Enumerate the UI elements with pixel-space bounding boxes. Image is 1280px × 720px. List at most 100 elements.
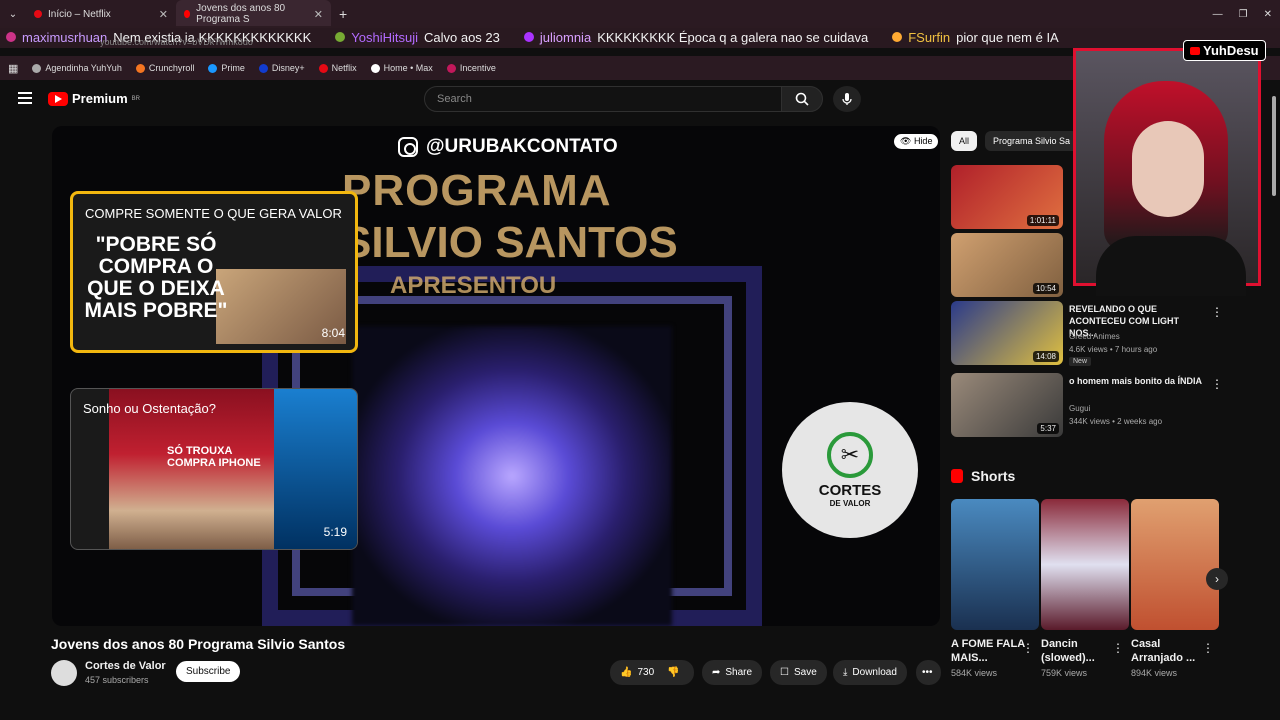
- end-card-title: Sonho ou Ostentação?: [83, 401, 216, 416]
- close-tab-icon[interactable]: ✕: [314, 8, 323, 21]
- video-duration: 10:54: [1032, 283, 1059, 294]
- scissors-icon: ✂: [827, 432, 873, 478]
- watermark-text: @URUBAKCONTATO: [426, 136, 618, 157]
- youtube-premium-logo[interactable]: Premium BR: [48, 91, 140, 106]
- close-tab-icon[interactable]: ✕: [159, 8, 168, 21]
- short-views: 894K views: [1131, 668, 1178, 678]
- chat-user: FSurfin: [908, 29, 951, 45]
- more-options-icon[interactable]: ⋮: [1022, 641, 1034, 655]
- channel-logo-sub: DE VALOR: [829, 499, 871, 508]
- end-card-video[interactable]: "POBRE SÓ COMPRA O QUE O DEIXA MAIS POBR…: [70, 191, 358, 353]
- bookmark-icon: [208, 63, 218, 73]
- bookmark-agendinha[interactable]: Agendinha YuhYuh: [32, 63, 122, 73]
- voice-search-button[interactable]: [833, 86, 861, 112]
- maximize-icon[interactable]: ❐: [1231, 0, 1256, 28]
- shorts-next-button[interactable]: ›: [1206, 568, 1228, 590]
- chat-badge-icon: [6, 32, 16, 42]
- like-button[interactable]: 👍: [620, 667, 632, 678]
- close-window-icon[interactable]: ✕: [1256, 0, 1280, 28]
- tab-label: Jovens dos anos 80 Programa S: [196, 3, 286, 25]
- more-options-icon[interactable]: ⋮: [1211, 305, 1223, 319]
- end-card-title: COMPRE SOMENTE O QUE GERA VALOR: [85, 206, 342, 221]
- bookmark-label: Agendinha YuhYuh: [45, 63, 122, 73]
- bookmark-label: Incentive: [459, 63, 496, 73]
- browser-tab-bar: ⌄ Início – Netflix ✕ Jovens dos anos 80 …: [0, 0, 1280, 28]
- bookmark-crunchyroll[interactable]: Crunchyroll: [135, 63, 194, 73]
- tab-youtube[interactable]: Jovens dos anos 80 Programa S ✕: [176, 0, 331, 28]
- channel-name[interactable]: Cortes de Valor: [85, 660, 166, 672]
- hide-label: Hide: [913, 136, 933, 146]
- video-duration: 5:37: [1037, 423, 1059, 434]
- tab-menu-button[interactable]: ⌄: [0, 0, 26, 28]
- search-icon: [795, 92, 809, 106]
- chat-message: pior que nem é IA: [956, 29, 1059, 45]
- video-overlay-text: SILVIO SANTOS: [342, 218, 678, 267]
- end-card-video[interactable]: SÓ TROUXA COMPRA IPHONE Sonho ou Ostenta…: [70, 388, 358, 550]
- instagram-watermark: @URUBAKCONTATO: [398, 136, 618, 158]
- short-title[interactable]: Dancin (slowed)...: [1041, 637, 1116, 665]
- netflix-favicon: [34, 10, 42, 18]
- short-thumbnail[interactable]: [951, 499, 1039, 630]
- scrollbar-thumb[interactable]: [1272, 96, 1276, 196]
- end-card-thumb-text: SÓ TROUXA COMPRA IPHONE: [167, 445, 261, 469]
- tab-label: Início – Netflix: [48, 8, 111, 20]
- video-duration: 1:01:11: [1026, 215, 1059, 226]
- short-thumbnail[interactable]: [1041, 499, 1129, 630]
- search-button[interactable]: [781, 86, 823, 112]
- chat-badge-icon: [892, 32, 903, 42]
- more-options-icon[interactable]: ⋮: [1211, 377, 1223, 391]
- like-dislike-group: 👍 730 👎: [610, 660, 694, 685]
- new-tab-button[interactable]: +: [331, 0, 355, 28]
- save-icon: ☐: [780, 667, 789, 678]
- page-scrollbar[interactable]: [1272, 82, 1276, 682]
- download-button[interactable]: ⤓ Download: [833, 660, 907, 685]
- chip-programa-silvio[interactable]: Programa Silvio Sa: [985, 131, 1079, 151]
- bookmark-incentive[interactable]: Incentive: [446, 63, 496, 73]
- bookmark-disney[interactable]: Disney+: [258, 63, 305, 73]
- video-duration: 14:08: [1032, 351, 1059, 362]
- related-video[interactable]: 14:08 REVELANDO O QUE ACONTECEU COM LIGH…: [951, 301, 1223, 366]
- subscribe-button[interactable]: Subscribe: [176, 661, 241, 682]
- channel-subscribe-end-card[interactable]: ✂ CORTES DE VALOR: [782, 402, 918, 538]
- video-title: Jovens dos anos 80 Programa Silvio Santo…: [51, 636, 346, 652]
- short-thumbnail[interactable]: [1131, 499, 1219, 630]
- streamer-name-badge: YuhDesu: [1183, 40, 1266, 61]
- apps-grid-icon[interactable]: ▦: [8, 62, 18, 75]
- bookmark-prime[interactable]: Prime: [208, 63, 245, 73]
- share-label: Share: [725, 667, 753, 678]
- search-input[interactable]: Search: [424, 86, 782, 112]
- short-title[interactable]: Casal Arranjado ...: [1131, 637, 1206, 665]
- end-card-duration: 8:04: [321, 326, 345, 340]
- save-button[interactable]: ☐ Save: [770, 660, 827, 685]
- subscriber-count: 457 subscribers: [85, 675, 149, 685]
- chat-message: Calvo aos 23: [423, 29, 500, 45]
- short-views: 759K views: [1041, 668, 1088, 678]
- video-overlay-text: APRESENTOU: [390, 272, 557, 299]
- chat-badge-icon: [335, 32, 346, 42]
- hide-end-cards-button[interactable]: 👁 Hide: [894, 134, 939, 149]
- more-actions-button[interactable]: •••: [916, 660, 941, 685]
- minimize-icon[interactable]: —: [1205, 0, 1231, 28]
- share-button[interactable]: ➦ Share: [702, 660, 763, 685]
- more-options-icon[interactable]: ⋮: [1112, 641, 1124, 655]
- more-options-icon[interactable]: ⋮: [1202, 641, 1214, 655]
- related-meta: 4.6K views • 7 hours ago: [1069, 345, 1158, 354]
- youtube-play-icon: [48, 91, 68, 106]
- related-meta: 344K views • 2 weeks ago: [1069, 417, 1163, 426]
- address-bar[interactable]: youtube.com/watch?v=bVDkTwmk8do: [100, 37, 253, 47]
- tab-netflix[interactable]: Início – Netflix ✕: [26, 0, 176, 28]
- short-title[interactable]: A FOME FALA MAIS...: [951, 637, 1026, 665]
- related-thumbnail: 10:54: [951, 233, 1063, 297]
- related-video[interactable]: 5:37 o homem mais bonito da ÍNDIA Gugui …: [951, 373, 1223, 437]
- bookmark-max[interactable]: Home • Max: [370, 63, 433, 73]
- channel-logo-text: CORTES: [818, 482, 882, 499]
- bookmark-netflix[interactable]: Netflix: [318, 63, 357, 73]
- chip-all[interactable]: All: [951, 131, 978, 151]
- hamburger-menu-icon[interactable]: [18, 92, 32, 104]
- related-channel: Greed Animes: [1069, 332, 1120, 341]
- shorts-label: Shorts: [971, 468, 1016, 484]
- save-label: Save: [793, 667, 817, 678]
- channel-avatar[interactable]: [51, 660, 77, 686]
- dislike-button[interactable]: 👎: [667, 667, 679, 678]
- video-player[interactable]: PROGRAMA SILVIO SANTOS APRESENTOU @URUBA…: [52, 126, 940, 626]
